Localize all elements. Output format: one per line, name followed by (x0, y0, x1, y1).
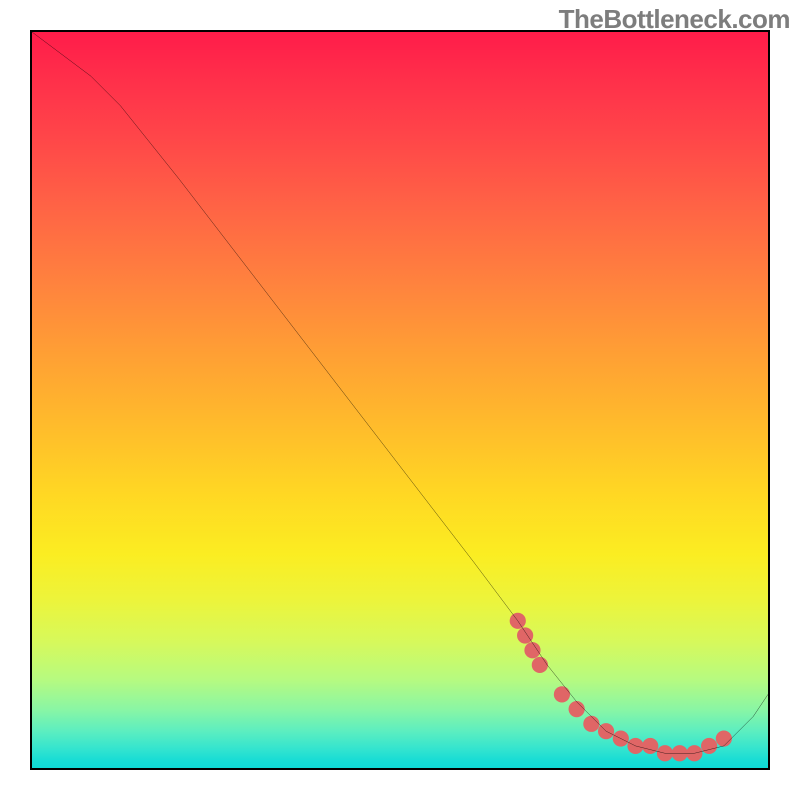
marker-dot (554, 686, 570, 702)
curve-layer (32, 32, 768, 768)
chart-container: TheBottleneck.com (0, 0, 800, 800)
marker-dot (569, 701, 585, 717)
plot-area (30, 30, 770, 770)
markers-group (510, 613, 732, 762)
watermark-text: TheBottleneck.com (559, 4, 790, 35)
marker-dot (716, 730, 732, 746)
marker-dot (583, 716, 599, 732)
marker-dot (524, 642, 540, 658)
marker-dot (701, 738, 717, 754)
marker-dot (532, 657, 548, 673)
marker-dot (517, 627, 533, 643)
marker-dot (642, 738, 658, 754)
bottleneck-curve-line (32, 32, 768, 753)
